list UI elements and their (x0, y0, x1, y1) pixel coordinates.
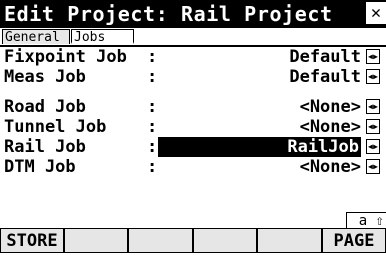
tab-bar: General Jobs (0, 28, 386, 47)
field-label: DTM Job (4, 157, 76, 177)
field-value[interactable]: <None> (300, 97, 361, 117)
tab-jobs[interactable]: Jobs (71, 29, 134, 45)
field-value-selected[interactable]: RailJob (158, 137, 361, 157)
title-bar: Edit Project: Rail Project ✕ (0, 0, 386, 28)
choice-arrows-icon[interactable]: ◀ ▶ (366, 159, 380, 174)
field-label: Road Job (4, 97, 86, 117)
field-label: Rail Job (4, 137, 86, 157)
close-icon[interactable]: ✕ (366, 2, 386, 24)
field-colon: : (147, 97, 158, 117)
field-fixpoint-job[interactable]: Fixpoint Job : Default ◀ ▶ (0, 47, 386, 67)
choice-arrows-icon[interactable]: ◀ ▶ (366, 139, 380, 154)
softkey-f3[interactable] (128, 229, 193, 253)
choice-arrows-icon[interactable]: ◀ ▶ (366, 119, 380, 134)
field-label: Tunnel Job (4, 117, 107, 137)
field-colon: : (147, 137, 158, 157)
field-value[interactable]: <None> (300, 117, 361, 137)
store-button[interactable]: STORE (0, 229, 64, 253)
softkey-bar: STORE PAGE (0, 228, 386, 253)
choice-arrows-icon[interactable]: ◀ ▶ (366, 49, 380, 64)
tab-general[interactable]: General (2, 29, 70, 45)
field-tunnel-job[interactable]: Tunnel Job : <None> ◀ ▶ (0, 117, 386, 137)
field-road-job[interactable]: Road Job : <None> ◀ ▶ (0, 97, 386, 117)
field-value[interactable]: <None> (300, 157, 361, 177)
softkey-f4[interactable] (193, 229, 257, 253)
softkey-f5[interactable] (257, 229, 322, 253)
softkey-f2[interactable] (64, 229, 128, 253)
field-colon: : (147, 117, 158, 137)
choice-arrows-icon[interactable]: ◀ ▶ (366, 99, 380, 114)
input-mode-indicator: a ⇧ (346, 212, 386, 229)
choice-arrows-icon[interactable]: ◀ ▶ (366, 69, 380, 84)
field-colon: : (147, 67, 158, 87)
field-value[interactable]: Default (289, 67, 361, 87)
field-label: Meas Job (4, 67, 86, 87)
field-label: Fixpoint Job (4, 47, 127, 67)
window-title: Edit Project: Rail Project (4, 2, 333, 26)
field-value[interactable]: Default (289, 47, 361, 67)
field-rail-job[interactable]: Rail Job : RailJob ◀ ▶ (0, 137, 386, 157)
field-dtm-job[interactable]: DTM Job : <None> ◀ ▶ (0, 157, 386, 177)
field-meas-job[interactable]: Meas Job : Default ◀ ▶ (0, 67, 386, 87)
field-colon: : (147, 157, 158, 177)
field-colon: : (147, 47, 158, 67)
page-button[interactable]: PAGE (322, 229, 386, 253)
